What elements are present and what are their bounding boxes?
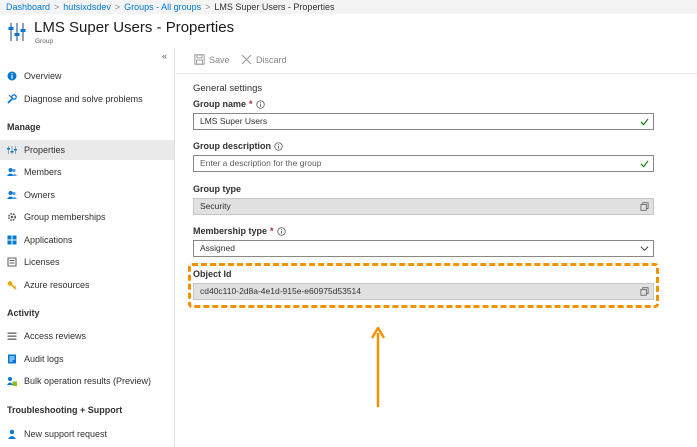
- support-person-icon: [8, 429, 16, 439]
- group-name-value: LMS Super Users: [200, 116, 268, 126]
- breadcrumb-all-groups[interactable]: Groups - All groups: [124, 2, 201, 12]
- group-name-input[interactable]: LMS Super Users: [193, 113, 654, 130]
- sidebar-item-label: Group memberships: [24, 212, 106, 222]
- annotation-arrow-icon: [371, 327, 385, 407]
- gear-icon: [7, 212, 17, 222]
- group-type-field: Security: [193, 198, 654, 215]
- object-id-highlight: [188, 263, 659, 308]
- license-icon: [7, 257, 17, 267]
- page-header: LMS Super Users - Properties Group: [0, 14, 697, 48]
- command-bar: Save Discard: [176, 48, 697, 74]
- chevron-down-icon: [640, 246, 649, 252]
- sidebar-item-audit-logs[interactable]: Audit logs: [0, 349, 174, 369]
- group-type-label-text: Group type: [193, 184, 242, 194]
- group-description-label-text: Group description: [193, 141, 272, 151]
- save-button-label: Save: [209, 54, 230, 65]
- breadcrumb: Dashboard > hutsixdsdev > Groups - All group…: [0, 0, 697, 14]
- membership-type-value: Assigned: [200, 243, 235, 253]
- close-icon: [241, 54, 252, 65]
- people-icon: [7, 168, 17, 176]
- group-description-label: Group description: [193, 141, 283, 151]
- save-icon: [194, 54, 205, 65]
- sidebar-item-label: Azure resources: [24, 280, 90, 290]
- membership-type-dropdown[interactable]: Assigned: [193, 240, 654, 257]
- section-title-general-settings: General settings: [193, 83, 263, 94]
- audit-log-icon: [8, 354, 16, 364]
- bulk-operation-icon: [7, 377, 17, 386]
- info-icon[interactable]: [276, 226, 286, 236]
- section-header-activity: Activity: [7, 308, 40, 318]
- sidebar-item-label: Applications: [24, 235, 73, 245]
- sidebar-item-access-reviews[interactable]: Access reviews: [0, 326, 174, 346]
- info-icon[interactable]: [274, 141, 283, 151]
- main-content: Save Discard General settings Group name…: [176, 48, 697, 447]
- sidebar-item-label: Members: [24, 167, 62, 177]
- sidebar-item-owners[interactable]: Owners: [0, 185, 174, 205]
- sidebar-item-licenses[interactable]: Licenses: [0, 252, 174, 272]
- breadcrumb-separator: >: [54, 2, 60, 12]
- sidebar-item-label: New support request: [24, 429, 108, 439]
- properties-logo-icon: [8, 23, 26, 41]
- checkmark-icon: [640, 118, 649, 126]
- breadcrumb-separator: >: [114, 2, 121, 12]
- grid-apps-icon: [7, 235, 17, 245]
- breadcrumb-separator: >: [205, 2, 211, 12]
- sidebar-item-label: Overview: [24, 71, 62, 81]
- breadcrumb-current: LMS Super Users - Properties: [214, 2, 335, 12]
- required-indicator: *: [270, 226, 274, 236]
- breadcrumb-tenant[interactable]: hutsixdsdev: [63, 2, 111, 12]
- list-check-icon: [7, 332, 17, 340]
- membership-type-label: Membership type *: [193, 226, 286, 236]
- sidebar: « Overview Diagnose and solve problems M…: [0, 48, 175, 447]
- discard-button[interactable]: Discard: [241, 54, 287, 65]
- sidebar-item-label: Access reviews: [24, 331, 87, 341]
- info-circle-icon: [7, 71, 17, 81]
- sidebar-item-properties[interactable]: Properties: [0, 140, 174, 160]
- key-icon: [7, 281, 17, 290]
- sidebar-item-group-memberships[interactable]: Group memberships: [0, 207, 174, 227]
- section-header-support: Troubleshooting + Support: [7, 405, 123, 415]
- group-name-label: Group name *: [193, 99, 265, 109]
- checkmark-icon: [640, 160, 649, 168]
- required-indicator: *: [249, 99, 253, 109]
- people-icon: [7, 191, 17, 199]
- membership-type-label-text: Membership type: [193, 226, 268, 236]
- properties-icon: [7, 146, 17, 154]
- group-type-label: Group type: [193, 184, 241, 194]
- page-subtitle: Group: [35, 38, 54, 45]
- group-description-input[interactable]: Enter a description for the group: [193, 155, 654, 172]
- sidebar-item-diagnose[interactable]: Diagnose and solve problems: [0, 89, 174, 109]
- group-type-value: Security: [200, 201, 231, 211]
- sidebar-item-applications[interactable]: Applications: [0, 230, 174, 250]
- page-title: LMS Super Users - Properties: [34, 19, 235, 36]
- save-button[interactable]: Save: [194, 54, 230, 65]
- sidebar-item-azure-resources[interactable]: Azure resources: [0, 275, 174, 295]
- copy-icon[interactable]: [640, 202, 649, 211]
- sidebar-item-overview[interactable]: Overview: [0, 66, 174, 86]
- sidebar-item-label: Properties: [24, 145, 66, 155]
- sidebar-item-label: Bulk operation results (Preview): [24, 376, 152, 386]
- info-icon[interactable]: [255, 99, 265, 109]
- discard-button-label: Discard: [256, 54, 287, 65]
- sidebar-item-bulk-operations[interactable]: Bulk operation results (Preview): [0, 371, 174, 391]
- group-name-label-text: Group name: [193, 99, 247, 109]
- section-header-manage: Manage: [7, 122, 41, 132]
- sidebar-item-label: Owners: [24, 190, 56, 200]
- sidebar-item-label: Audit logs: [24, 354, 64, 364]
- breadcrumb-dashboard[interactable]: Dashboard: [6, 2, 50, 12]
- sidebar-item-members[interactable]: Members: [0, 162, 174, 182]
- sidebar-item-label: Licenses: [24, 257, 60, 267]
- collapse-sidebar-button[interactable]: «: [162, 51, 167, 61]
- sidebar-item-new-support-request[interactable]: New support request: [0, 424, 174, 444]
- sidebar-item-label: Diagnose and solve problems: [24, 94, 143, 104]
- group-description-placeholder: Enter a description for the group: [200, 158, 322, 168]
- wrench-icon: [7, 94, 17, 104]
